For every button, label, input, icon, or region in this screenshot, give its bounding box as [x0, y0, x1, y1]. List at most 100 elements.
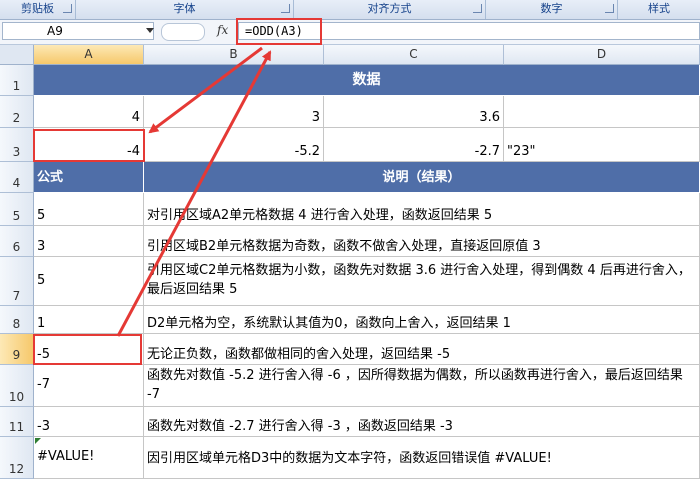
result-value-cell[interactable]: #VALUE!: [34, 437, 144, 479]
cell-value: 引用区域C2单元格数据为小数，函数先对数据 3.6 进行舍入处理，得到偶数 4 …: [147, 263, 691, 297]
row-header[interactable]: 12: [0, 437, 34, 479]
row-header[interactable]: 10: [0, 365, 34, 407]
row-number: 5: [12, 209, 21, 223]
column-header-a[interactable]: A: [34, 45, 144, 65]
row-number: 9: [12, 348, 21, 362]
cell-value: 1: [37, 316, 46, 331]
ribbon-group-label: 对齐方式: [367, 2, 412, 15]
ribbon-group-label: 数字: [540, 2, 563, 15]
cell-c2[interactable]: 3.6: [324, 96, 504, 128]
result-value-cell[interactable]: -3: [34, 407, 144, 437]
row-number: 3: [12, 145, 21, 159]
row-number: 11: [8, 420, 25, 434]
row-header[interactable]: 11: [0, 407, 34, 437]
result-value-cell[interactable]: -7: [34, 365, 144, 407]
row-number: 12: [8, 462, 25, 476]
result-value-cell[interactable]: 3: [34, 226, 144, 257]
row-number: 7: [12, 289, 21, 303]
cell-value: 因引用区域单元格D3中的数据为文本字符，函数返回错误值 #VALUE!: [147, 451, 552, 466]
cell-value: -2.7: [474, 144, 500, 159]
result-description-cell[interactable]: 无论正负数，函数都做相同的舍入处理，返回结果 -5: [144, 334, 700, 365]
data-title-cell[interactable]: 数据: [34, 65, 700, 96]
cell-value: -3: [37, 419, 50, 434]
cell-value: 3: [37, 239, 46, 254]
dialog-launcher-icon[interactable]: [473, 4, 482, 13]
row-number: 1: [12, 79, 21, 93]
cell-value: -7: [37, 377, 50, 392]
cell-value: 函数先对数值 -5.2 进行舍入得 -6 ，因所得数据为偶数，所以函数再进行舍入…: [147, 368, 683, 402]
row-number: 6: [12, 240, 21, 254]
cell-c3[interactable]: -2.7: [324, 128, 504, 162]
insert-function-icon[interactable]: fx: [217, 23, 228, 37]
ribbon-group-clipboard[interactable]: 剪贴板: [0, 0, 76, 19]
formula-header-cell[interactable]: 公式: [34, 162, 144, 193]
cell-value: -5: [37, 347, 50, 362]
cell-value: 对引用区域A2单元格数据 4 进行舍入处理，函数返回结果 5: [147, 208, 493, 223]
row-header[interactable]: 4: [0, 162, 34, 193]
result-description-cell[interactable]: 因引用区域单元格D3中的数据为文本字符，函数返回错误值 #VALUE!: [144, 437, 700, 479]
ribbon-group-styles[interactable]: 样式: [618, 0, 700, 19]
row-number: 10: [8, 390, 25, 404]
select-all-corner[interactable]: [0, 45, 34, 65]
ribbon-group-label: 样式: [648, 2, 670, 15]
row-number: 8: [12, 317, 21, 331]
cell-value: -5.2: [294, 144, 320, 159]
row-header[interactable]: 7: [0, 257, 34, 306]
chevron-down-icon[interactable]: [146, 28, 154, 33]
dialog-launcher-icon[interactable]: [281, 4, 290, 13]
column-header-d[interactable]: D: [504, 45, 700, 65]
result-value-cell[interactable]: 5: [34, 193, 144, 226]
row-header[interactable]: 8: [0, 306, 34, 334]
ribbon-group-alignment[interactable]: 对齐方式: [294, 0, 486, 19]
cell-value: 3: [311, 110, 320, 125]
result-description-cell[interactable]: 对引用区域A2单元格数据 4 进行舍入处理，函数返回结果 5: [144, 193, 700, 226]
ribbon-group-number[interactable]: 数字: [486, 0, 618, 19]
result-description-cell[interactable]: 引用区域B2单元格数据为奇数，函数不做舍入处理，直接返回原值 3: [144, 226, 700, 257]
cell-value: 函数先对数值 -2.7 进行舍入得 -3 ，函数返回结果 -3: [147, 419, 453, 434]
row-header[interactable]: 6: [0, 226, 34, 257]
cell-value: 4: [131, 110, 140, 125]
cell-value: 5: [37, 208, 46, 223]
cell-d3[interactable]: "23": [504, 128, 700, 162]
result-description-cell[interactable]: 函数先对数值 -2.7 进行舍入得 -3 ，函数返回结果 -3: [144, 407, 700, 437]
row-header[interactable]: 3: [0, 128, 34, 162]
formula-controls[interactable]: [161, 23, 205, 41]
row-number: 2: [12, 111, 21, 125]
row-header[interactable]: 9: [0, 334, 34, 365]
result-description-cell[interactable]: D2单元格为空，系统默认其值为0，函数向上舍入，返回结果 1: [144, 306, 700, 334]
formula-bar: A9 fx =ODD(A3): [0, 20, 700, 45]
row-number: 4: [12, 176, 21, 190]
formula-highlight-box: [236, 18, 322, 45]
cell-d2[interactable]: [504, 96, 700, 128]
cell-a2[interactable]: 4: [34, 96, 144, 128]
result-value-cell[interactable]: 1: [34, 306, 144, 334]
cell-value: 无论正负数，函数都做相同的舍入处理，返回结果 -5: [147, 347, 451, 362]
ribbon-bar: 剪贴板 字体 对齐方式 数字 样式: [0, 0, 700, 20]
name-box[interactable]: A9: [2, 22, 154, 40]
result-description-cell[interactable]: 引用区域C2单元格数据为小数，函数先对数据 3.6 进行舍入处理，得到偶数 4 …: [144, 257, 700, 306]
row-header[interactable]: 2: [0, 96, 34, 128]
error-indicator-icon[interactable]: [35, 438, 41, 444]
ribbon-group-label: 剪贴板: [21, 2, 54, 15]
cell-value: 3.6: [479, 110, 500, 125]
dialog-launcher-icon[interactable]: [63, 4, 72, 13]
cell-b3[interactable]: -5.2: [144, 128, 324, 162]
cell-b2[interactable]: 3: [144, 96, 324, 128]
column-header-c[interactable]: C: [324, 45, 504, 65]
cell-value: 5: [37, 272, 46, 288]
cell-value: "23": [507, 144, 536, 159]
result-value-cell-selected[interactable]: -5: [34, 334, 144, 365]
cell-a3[interactable]: -4: [34, 128, 144, 162]
column-header-b[interactable]: B: [144, 45, 324, 65]
dialog-launcher-icon[interactable]: [605, 4, 614, 13]
row-header[interactable]: 1: [0, 65, 34, 96]
description-header-cell[interactable]: 说明（结果）: [144, 162, 700, 193]
cell-value: D2单元格为空，系统默认其值为0，函数向上舍入，返回结果 1: [147, 316, 511, 331]
ribbon-group-font[interactable]: 字体: [76, 0, 294, 19]
cell-value: -4: [127, 144, 140, 159]
cell-value: #VALUE!: [37, 449, 95, 464]
result-description-cell[interactable]: 函数先对数值 -5.2 进行舍入得 -6 ，因所得数据为偶数，所以函数再进行舍入…: [144, 365, 700, 407]
row-header[interactable]: 5: [0, 193, 34, 226]
cell-value: 引用区域B2单元格数据为奇数，函数不做舍入处理，直接返回原值 3: [147, 239, 541, 254]
result-value-cell[interactable]: 5: [34, 257, 144, 306]
